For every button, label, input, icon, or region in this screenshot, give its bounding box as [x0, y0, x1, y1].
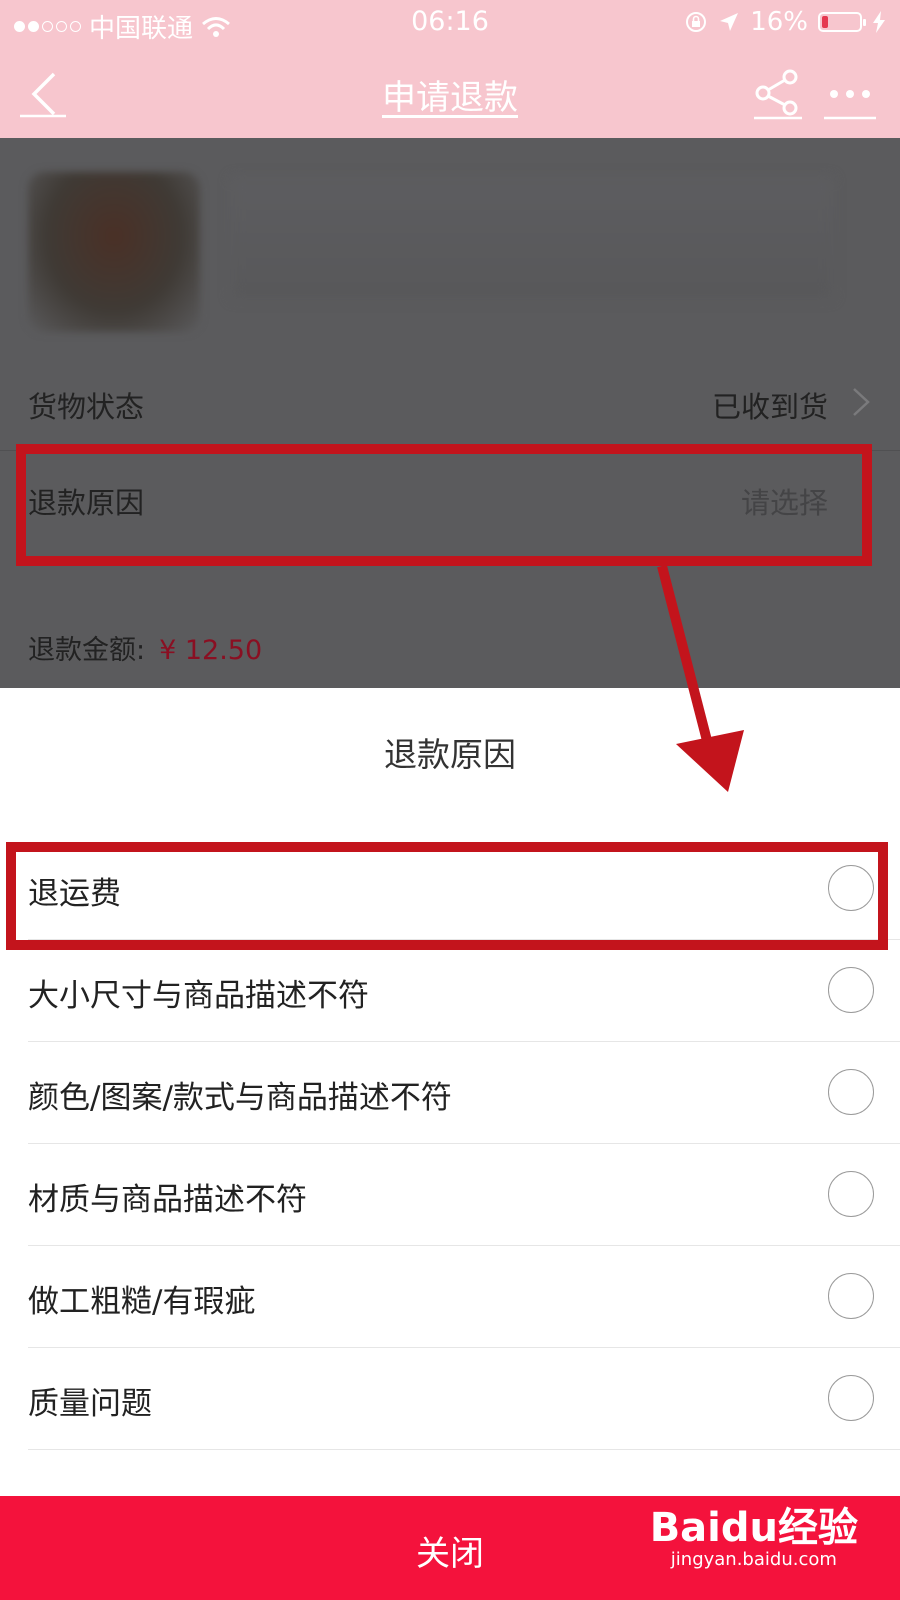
status-bar: 中国联通 06:16 16% [0, 0, 900, 48]
charging-bolt-icon [873, 11, 885, 33]
status-right: 16% [684, 7, 886, 37]
annotation-highlight-first-option [6, 842, 888, 950]
goods-status-value: 已收到货 [711, 390, 828, 424]
battery-icon [818, 12, 866, 32]
radio-button[interactable] [828, 1171, 874, 1217]
product-info-blurred [232, 178, 832, 298]
sheet-title: 退款原因 [384, 735, 516, 774]
reason-option-label: 材质与商品描述不符 [28, 1182, 307, 1218]
close-button[interactable]: 关闭 Baidu经验 jingyan.baidu.com [0, 1496, 900, 1600]
reason-option[interactable]: 材质与商品描述不符 [0, 1144, 900, 1246]
annotation-highlight-refund-reason [16, 444, 872, 566]
refund-reason-sheet: 退款原因 退运费 大小尺寸与商品描述不符 颜色/图案/款式与商品描述不符 材质与… [0, 688, 900, 1600]
battery-percent: 16% [750, 7, 808, 37]
watermark-logo: Baidu经验 [649, 1505, 858, 1551]
chevron-right-icon [853, 388, 870, 416]
refund-amount-value: ¥ 12.50 [159, 635, 263, 666]
reason-option-label: 颜色/图案/款式与商品描述不符 [28, 1080, 452, 1116]
reason-option-label: 大小尺寸与商品描述不符 [28, 978, 369, 1014]
battery-level [822, 16, 828, 28]
more-options-icon[interactable] [822, 68, 878, 120]
reason-option[interactable]: 颜色/图案/款式与商品描述不符 [0, 1042, 900, 1144]
reason-option[interactable]: 做工粗糙/有瑕疵 [0, 1246, 900, 1348]
radio-button[interactable] [828, 1375, 874, 1421]
radio-button[interactable] [828, 967, 874, 1013]
reason-option-label: 做工粗糙/有瑕疵 [28, 1284, 256, 1320]
page-content-dimmed: 货物状态 已收到货 退款原因 请选择 退款金额: ¥ 12.50 [0, 138, 900, 688]
nav-bar: 申请退款 [0, 48, 900, 138]
goods-status-label: 货物状态 [28, 390, 145, 424]
reason-option[interactable]: 质量问题 [0, 1348, 900, 1450]
radio-button[interactable] [828, 1069, 874, 1115]
goods-status-row[interactable]: 货物状态 已收到货 [0, 354, 900, 451]
screen: 中国联通 06:16 16% 申请退款 货物状态 已收到货 退款原因 请选择 退… [0, 0, 900, 1600]
share-icon[interactable] [752, 68, 804, 120]
location-arrow-icon [720, 13, 739, 31]
reason-option[interactable]: 大小尺寸与商品描述不符 [0, 940, 900, 1042]
radio-button[interactable] [828, 1273, 874, 1319]
orientation-lock-icon [686, 12, 707, 32]
refund-amount: 退款金额: ¥ 12.50 [28, 628, 262, 667]
reason-option-label: 质量问题 [28, 1386, 152, 1422]
refund-amount-label: 退款金额: [28, 635, 146, 666]
product-image [28, 172, 200, 332]
baidu-jingyan-watermark: Baidu经验 jingyan.baidu.com [650, 1506, 858, 1570]
watermark-url: jingyan.baidu.com [670, 1549, 837, 1570]
